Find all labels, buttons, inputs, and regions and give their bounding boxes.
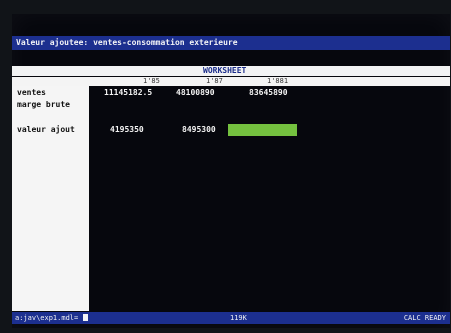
row-label-column — [12, 86, 89, 311]
status-bar: a:jav\exp1.mdl= 119K CALC READY — [12, 312, 450, 324]
cell-valeur-1987[interactable]: 8495300 — [182, 125, 216, 135]
monitor-top-bezel — [0, 0, 451, 14]
column-header-1988: 1'881 — [267, 77, 289, 85]
calc-ready-status: CALC READY — [403, 314, 446, 322]
cell-ventes-1985[interactable]: 11145182.5 — [104, 88, 152, 98]
memory-status: 119K — [230, 314, 247, 322]
column-header-bar — [12, 77, 450, 86]
selected-cell[interactable] — [228, 124, 297, 136]
column-header-1985: 1'85 — [143, 77, 160, 85]
row-label-ventes: ventes — [17, 88, 46, 97]
window-title: Valeur ajoutee: ventes-consommation exte… — [16, 38, 238, 47]
cell-ventes-1987[interactable]: 48100890 — [176, 88, 215, 98]
file-path-text: a:jav\exp1.mdl= — [15, 314, 79, 322]
worksheet-label: WORKSHEET — [203, 66, 247, 75]
cell-ventes-1988[interactable]: 83645890 — [249, 88, 288, 98]
monitor-left-bezel — [0, 0, 12, 333]
window-title-bar: Valeur ajoutee: ventes-consommation exte… — [12, 36, 450, 50]
row-label-valeur-ajout: valeur ajout — [17, 125, 75, 134]
file-path-status: a:jav\exp1.mdl= — [15, 312, 89, 324]
monitor-bottom-bezel — [0, 328, 451, 333]
terminal-screen: Valeur ajoutee: ventes-consommation exte… — [12, 14, 450, 328]
column-header-1987: 1'87 — [206, 77, 223, 85]
row-label-marge-brute: marge brute — [17, 100, 70, 109]
cursor-block-icon — [83, 314, 89, 321]
cell-valeur-1985[interactable]: 4195350 — [110, 125, 144, 135]
